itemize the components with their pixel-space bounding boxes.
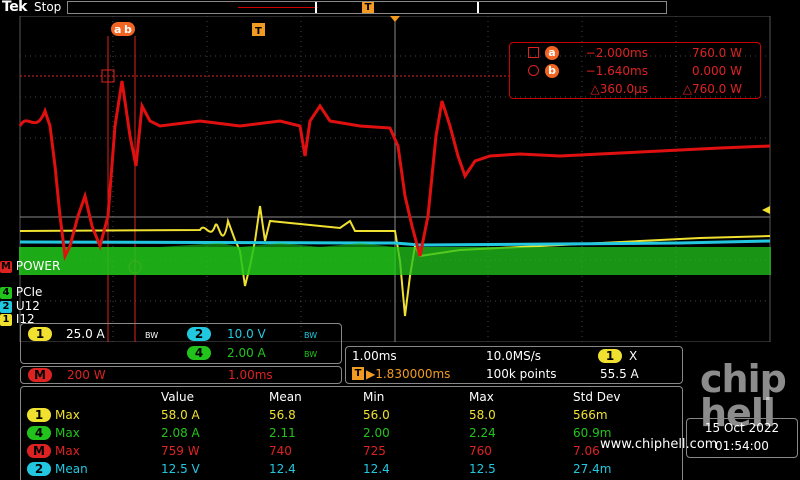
math-label: POWER: [15, 259, 61, 273]
meas-math-min: 725: [363, 444, 386, 458]
time: 01:54:00: [715, 439, 769, 453]
ch2-scale-value: 10.0 V: [227, 327, 266, 341]
meas-math-stddev: 7.06: [573, 444, 600, 458]
trigger-position-marker[interactable]: T: [362, 2, 374, 13]
record-view-bar[interactable]: T: [67, 1, 667, 14]
cursor-b-circle-icon: [528, 65, 539, 76]
cursor-delta-value: △760.0 W: [682, 82, 742, 96]
cursor-b-value: 0.000 W: [691, 64, 742, 78]
trigger-source-badge[interactable]: 1: [598, 349, 622, 363]
ch2-scale-badge[interactable]: 2: [187, 327, 211, 341]
channel-label-ch2[interactable]: 2 U12: [0, 299, 40, 313]
date-time-display[interactable]: 15 Oct 2022 01:54:00: [686, 418, 798, 458]
ch4-pcie-trace: [19, 242, 771, 275]
measurement-header: Value Mean Min Max Std Dev: [21, 389, 682, 405]
header-min: Min: [363, 390, 385, 404]
meas-math-badge: M: [27, 444, 51, 458]
channel-label-math[interactable]: M POWER: [0, 259, 60, 273]
measurement-row-ch4[interactable]: 4 Max 2.08 A 2.11 2.00 2.24 60.9m: [21, 425, 682, 441]
meas-ch2-mean: 12.4: [269, 462, 296, 476]
meas-ch2-badge: 2: [27, 462, 51, 476]
meas-math-mean: 740: [269, 444, 292, 458]
ch2-label: U12: [15, 299, 40, 313]
cursor-a-square-icon: [528, 47, 539, 58]
timebase: 1.00ms: [352, 349, 397, 363]
meas-ch1-min: 56.0: [363, 408, 390, 422]
measurement-table[interactable]: Value Mean Min Max Std Dev 1 Max 58.0 A …: [20, 386, 683, 480]
trigger-tag: T: [255, 26, 262, 37]
math-badge: M: [0, 260, 12, 273]
meas-ch1-mean: 56.8: [269, 408, 296, 422]
meas-ch2-min: 12.4: [363, 462, 390, 476]
meas-math-value: 759 W: [161, 444, 200, 458]
ch4-bw-icon: BW: [304, 350, 318, 359]
meas-ch2-type: Mean: [55, 462, 88, 476]
trigger-position-icon: T: [352, 367, 364, 380]
ch4-scale-badge[interactable]: 4: [187, 346, 211, 360]
cursor-b-tag: b: [124, 23, 132, 36]
math-time-value: 1.00ms: [228, 368, 273, 382]
cursor-delta-time: △360.0μs: [590, 82, 648, 96]
ch4-badge: 4: [0, 286, 12, 299]
cursor-a-value: 760.0 W: [691, 46, 742, 60]
date: 15 Oct 2022: [704, 421, 780, 435]
meas-math-max: 760: [469, 444, 492, 458]
ch1-bw-icon: BW: [145, 331, 159, 340]
ch1-scale-value: 25.0 A: [66, 327, 105, 341]
sample-rate: 10.0MS/s: [486, 349, 541, 363]
trigger-position: ▶1.830000ms: [366, 367, 451, 381]
cursor-a-row: a −2.000ms 760.0 W: [510, 45, 760, 63]
meas-ch4-value: 2.08 A: [161, 426, 200, 440]
measurement-row-ch1[interactable]: 1 Max 58.0 A 56.8 56.0 58.0 566m: [21, 407, 682, 423]
horizontal-settings-panel[interactable]: 1.00ms 10.0MS/s 1 X T ▶1.830000ms 100k p…: [345, 346, 683, 384]
record-marker-line: [238, 7, 318, 8]
trigger-level: 55.5 A: [600, 367, 639, 381]
meas-ch2-stddev: 27.4m: [573, 462, 612, 476]
measurement-row-math[interactable]: M Max 759 W 740 725 760 7.06: [21, 443, 682, 459]
brand-logo: Tek: [2, 0, 28, 15]
measurement-row-ch2[interactable]: 2 Mean 12.5 V 12.4 12.4 12.5 27.4m: [21, 461, 682, 477]
cursor-a-badge: a: [545, 46, 559, 60]
cursor-a-time: −2.000ms: [585, 46, 648, 60]
ch4-label: PCIe: [15, 285, 43, 299]
cursor-b-badge: b: [545, 64, 559, 78]
ch4-scale-value: 2.00 A: [227, 346, 266, 360]
cursor-b-time: −1.640ms: [585, 64, 648, 78]
top-status-bar: Tek Stop T: [0, 0, 800, 16]
meas-math-type: Max: [55, 444, 80, 458]
vertical-scale-panel[interactable]: 1 25.0 A BW 2 10.0 V BW 4 2.00 A BW: [20, 323, 342, 364]
cursor-b-row: b −1.640ms 0.000 W: [510, 63, 760, 81]
meas-ch4-max: 2.24: [469, 426, 496, 440]
meas-ch4-min: 2.00: [363, 426, 390, 440]
header-stddev: Std Dev: [573, 390, 621, 404]
meas-ch2-value: 12.5 V: [161, 462, 200, 476]
meas-ch1-max: 58.0: [469, 408, 496, 422]
meas-ch1-value: 58.0 A: [161, 408, 200, 422]
meas-ch4-badge: 4: [27, 426, 51, 440]
ch2-bw-icon: BW: [304, 331, 318, 340]
header-value: Value: [161, 390, 194, 404]
math-scale-panel[interactable]: M 200 W 1.00ms: [20, 366, 342, 384]
channel-label-ch4[interactable]: 4 PCIe: [0, 285, 42, 299]
meas-ch1-type: Max: [55, 408, 80, 422]
header-mean: Mean: [269, 390, 302, 404]
cursor-a-tag: a: [114, 23, 121, 36]
math-scale-badge[interactable]: M: [28, 368, 52, 382]
meas-ch1-badge: 1: [27, 408, 51, 422]
record-view-window[interactable]: [315, 2, 479, 13]
meas-ch4-type: Max: [55, 426, 80, 440]
ch2-badge: 2: [0, 300, 12, 313]
acquisition-state[interactable]: Stop: [34, 0, 61, 14]
record-length: 100k points: [486, 367, 557, 381]
cursor-readout[interactable]: a −2.000ms 760.0 W b −1.640ms 0.000 W △3…: [509, 42, 761, 99]
ch1-scale-badge[interactable]: 1: [28, 327, 52, 341]
meas-ch2-max: 12.5: [469, 462, 496, 476]
meas-ch1-stddev: 566m: [573, 408, 608, 422]
meas-ch4-mean: 2.11: [269, 426, 296, 440]
trigger-slope-icon: X: [629, 349, 638, 363]
ch1-badge: 1: [0, 313, 12, 326]
math-scale-value: 200 W: [67, 368, 106, 382]
header-max: Max: [469, 390, 494, 404]
cursor-delta-row: △360.0μs △760.0 W: [510, 81, 760, 99]
